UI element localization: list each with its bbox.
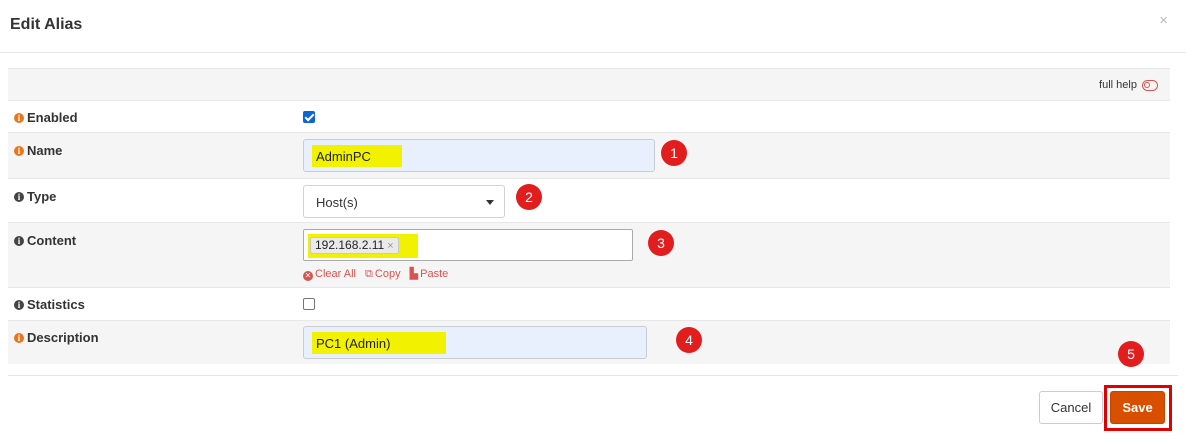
name-label: i Name	[14, 143, 62, 158]
annotation-badge-4: 4	[676, 327, 702, 353]
annotation-badge-1: 1	[661, 140, 687, 166]
close-icon[interactable]: ×	[1159, 12, 1168, 29]
clear-all-link[interactable]: ✕ Clear All	[303, 268, 356, 281]
annotation-badge-2: 2	[516, 184, 542, 210]
info-icon[interactable]: i	[14, 300, 24, 310]
description-row: i Description PC1 (Admin) 4	[8, 320, 1170, 364]
type-select[interactable]: Host(s)	[303, 185, 505, 218]
clear-icon: ✕	[303, 271, 313, 281]
chevron-down-icon	[486, 200, 494, 205]
name-value: AdminPC	[316, 149, 371, 164]
token-remove-icon[interactable]: ×	[387, 240, 393, 252]
info-icon[interactable]: i	[14, 146, 24, 156]
paste-icon: ▙	[409, 268, 419, 280]
info-icon[interactable]: i	[14, 192, 24, 202]
info-icon[interactable]: i	[14, 236, 24, 246]
content-token: 192.168.2.11 ×	[310, 237, 399, 254]
name-row: i Name AdminPC 1	[8, 132, 1170, 178]
statistics-checkbox[interactable]	[303, 298, 315, 310]
description-label: i Description	[14, 330, 99, 345]
toggle-off-icon	[1142, 79, 1158, 91]
description-input[interactable]: PC1 (Admin)	[303, 326, 647, 359]
statistics-row: i Statistics	[8, 287, 1170, 320]
info-icon[interactable]: i	[14, 333, 24, 343]
info-icon[interactable]: i	[14, 113, 24, 123]
annotation-badge-5: 5	[1118, 341, 1144, 367]
modal-title: Edit Alias	[10, 16, 83, 33]
type-selected-value: Host(s)	[316, 195, 358, 210]
modal-header: Edit Alias ×	[0, 0, 1186, 53]
content-actions: ✕ Clear All ⧉ Copy ▙ Paste	[303, 267, 454, 281]
paste-link[interactable]: ▙ Paste	[410, 268, 449, 280]
copy-link[interactable]: ⧉ Copy	[365, 268, 401, 280]
type-label: i Type	[14, 189, 56, 204]
content-tokens-input[interactable]: 192.168.2.11 ×	[303, 229, 633, 261]
full-help-label: full help	[1099, 79, 1137, 91]
content-label: i Content	[14, 233, 76, 248]
full-help-toggle[interactable]: full help	[1099, 79, 1158, 91]
content-row: i Content 192.168.2.11 × 3 ✕ Clear All ⧉ Cop…	[8, 222, 1170, 287]
copy-icon: ⧉	[365, 268, 373, 280]
alias-form: full help i Enabled i Name AdminPC 1 i Type…	[8, 68, 1170, 364]
save-button[interactable]: Save	[1110, 391, 1165, 424]
description-value: PC1 (Admin)	[316, 336, 391, 351]
cancel-button[interactable]: Cancel	[1039, 391, 1103, 424]
annotation-badge-3: 3	[648, 230, 674, 256]
help-row: full help	[8, 68, 1170, 100]
statistics-label: i Statistics	[14, 297, 85, 312]
type-row: i Type Host(s) 2	[8, 178, 1170, 222]
enabled-label: i Enabled	[14, 110, 78, 125]
name-input[interactable]: AdminPC	[303, 139, 655, 172]
footer-divider	[8, 375, 1178, 376]
enabled-checkbox[interactable]	[303, 111, 315, 123]
enabled-row: i Enabled	[8, 100, 1170, 132]
